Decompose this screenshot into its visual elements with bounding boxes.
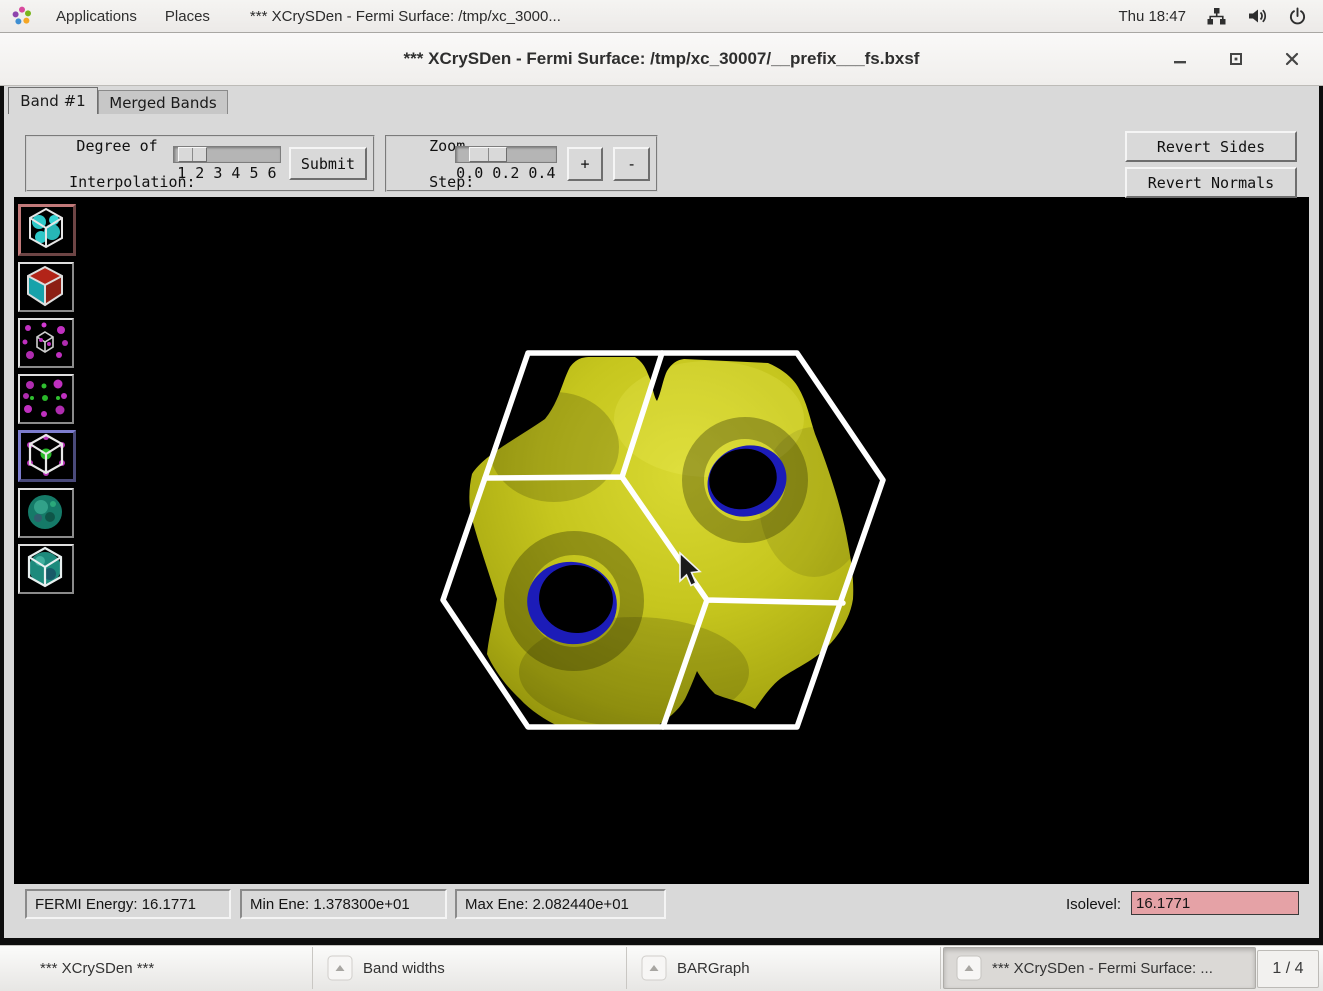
interpolation-slider-trough[interactable]: [173, 146, 281, 163]
zoom-step-slider: 0.0 0.2 0.4: [455, 146, 557, 182]
zoom-step-scale-ticks: 0.0 0.2 0.4: [455, 164, 557, 182]
thumbnail-7[interactable]: [18, 544, 74, 594]
thumbnail-4[interactable]: [18, 374, 74, 424]
window-close-button[interactable]: [1279, 46, 1305, 72]
zoom-out-button[interactable]: -: [613, 147, 650, 181]
desktop-top-panel: Applications Places *** XCrySDen - Fermi…: [0, 0, 1323, 33]
interpolation-slider: 1 2 3 4 5 6: [173, 146, 281, 182]
taskbar-item-fermi-surface-label: *** XCrySDen - Fermi Surface: ...: [992, 960, 1213, 977]
thumbnail-7-preview: [20, 546, 70, 590]
window-mini-icon: [327, 955, 353, 981]
window-title: *** XCrySDen - Fermi Surface: /tmp/xc_30…: [404, 49, 920, 69]
thumbnail-1[interactable]: [18, 204, 76, 256]
tab-merged-bands[interactable]: Merged Bands: [98, 90, 228, 114]
menu-places[interactable]: Places: [151, 1, 224, 32]
interpolation-label: Degree of Interpolation:: [33, 119, 165, 209]
panel-active-window-title[interactable]: *** XCrySDen - Fermi Surface: /tmp/xc_30…: [250, 8, 561, 25]
interpolation-label-line1: Degree of: [76, 137, 157, 155]
tab-band-1[interactable]: Band #1: [8, 87, 98, 114]
thumbnail-6-preview: [20, 490, 70, 534]
interpolation-slider-handle[interactable]: [178, 147, 207, 162]
min-energy-readout: Min Ene: 1.378300e+01: [240, 889, 447, 919]
thumbnail-4-preview: [20, 376, 70, 420]
taskbar-item-fermi-surface[interactable]: *** XCrySDen - Fermi Surface: ...: [943, 947, 1256, 989]
zoom-step-slider-trough[interactable]: [455, 146, 557, 163]
thumbnail-3[interactable]: [18, 318, 74, 368]
zoom-step-label: Zoom Step:: [393, 119, 445, 209]
desktop-taskbar: *** XCrySDen *** Band widths BARGraph **…: [0, 945, 1323, 991]
window-mini-icon: [956, 955, 982, 981]
isolevel-input[interactable]: [1131, 891, 1299, 915]
thumbnail-1-preview: [21, 207, 71, 251]
max-energy-readout: Max Ene: 2.082440e+01: [455, 889, 666, 919]
clock[interactable]: Thu 18:47: [1118, 8, 1186, 25]
thumbnail-3-preview: [20, 320, 70, 364]
zoom-in-button[interactable]: +: [567, 147, 604, 181]
taskbar-item-bargraph[interactable]: BARGraph: [629, 947, 941, 989]
volume-icon[interactable]: [1247, 7, 1268, 25]
interpolation-scale-ticks: 1 2 3 4 5 6: [173, 164, 281, 182]
render-viewport[interactable]: [14, 197, 1309, 884]
interpolation-group: Degree of Interpolation: 1 2 3 4 5 6 Sub…: [25, 135, 375, 192]
window-mini-icon: [641, 955, 667, 981]
taskbar-item-band-widths[interactable]: Band widths: [315, 947, 627, 989]
window-border-right: [1319, 86, 1323, 945]
workspace-pager[interactable]: 1 / 4: [1257, 950, 1319, 988]
window-titlebar[interactable]: *** XCrySDen - Fermi Surface: /tmp/xc_30…: [0, 33, 1323, 86]
taskbar-item-bargraph-label: BARGraph: [677, 960, 750, 977]
fermi-surface-canvas[interactable]: [14, 197, 1309, 889]
zoom-step-group: Zoom Step: 0.0 0.2 0.4 + -: [385, 135, 658, 192]
window-minimize-button[interactable]: [1167, 46, 1193, 72]
zoom-step-slider-handle[interactable]: [469, 147, 507, 162]
menu-applications-label: Applications: [56, 8, 137, 25]
menu-applications[interactable]: Applications: [42, 1, 151, 32]
distributor-logo-icon[interactable]: [12, 6, 32, 26]
isolevel-label: Isolevel:: [1066, 889, 1121, 919]
power-icon[interactable]: [1288, 7, 1307, 26]
thumbnail-2-preview: [20, 264, 70, 308]
taskbar-item-xcrysden-label: *** XCrySDen ***: [40, 960, 154, 977]
thumbnail-5-preview: [21, 433, 71, 477]
window-maximize-button[interactable]: [1223, 46, 1249, 72]
window-controls: [1167, 33, 1305, 85]
revert-sides-button[interactable]: Revert Sides: [1125, 131, 1297, 162]
taskbar-item-band-widths-label: Band widths: [363, 960, 445, 977]
thumbnail-6[interactable]: [18, 488, 74, 538]
fermi-energy-readout: FERMI Energy: 16.1771: [25, 889, 231, 919]
network-icon[interactable]: [1206, 7, 1227, 26]
panel-status-area: Thu 18:47: [1118, 7, 1323, 26]
thumbnail-2[interactable]: [18, 262, 74, 312]
window-border-left: [0, 86, 4, 945]
menu-places-label: Places: [165, 8, 210, 25]
thumbnail-5[interactable]: [18, 430, 76, 482]
revert-normals-button[interactable]: Revert Normals: [1125, 167, 1297, 198]
window-border-bottom: [0, 938, 1323, 945]
surface-thumbnail-list: [18, 204, 76, 594]
taskbar-item-xcrysden[interactable]: *** XCrySDen ***: [0, 947, 313, 989]
submit-button[interactable]: Submit: [289, 147, 367, 180]
